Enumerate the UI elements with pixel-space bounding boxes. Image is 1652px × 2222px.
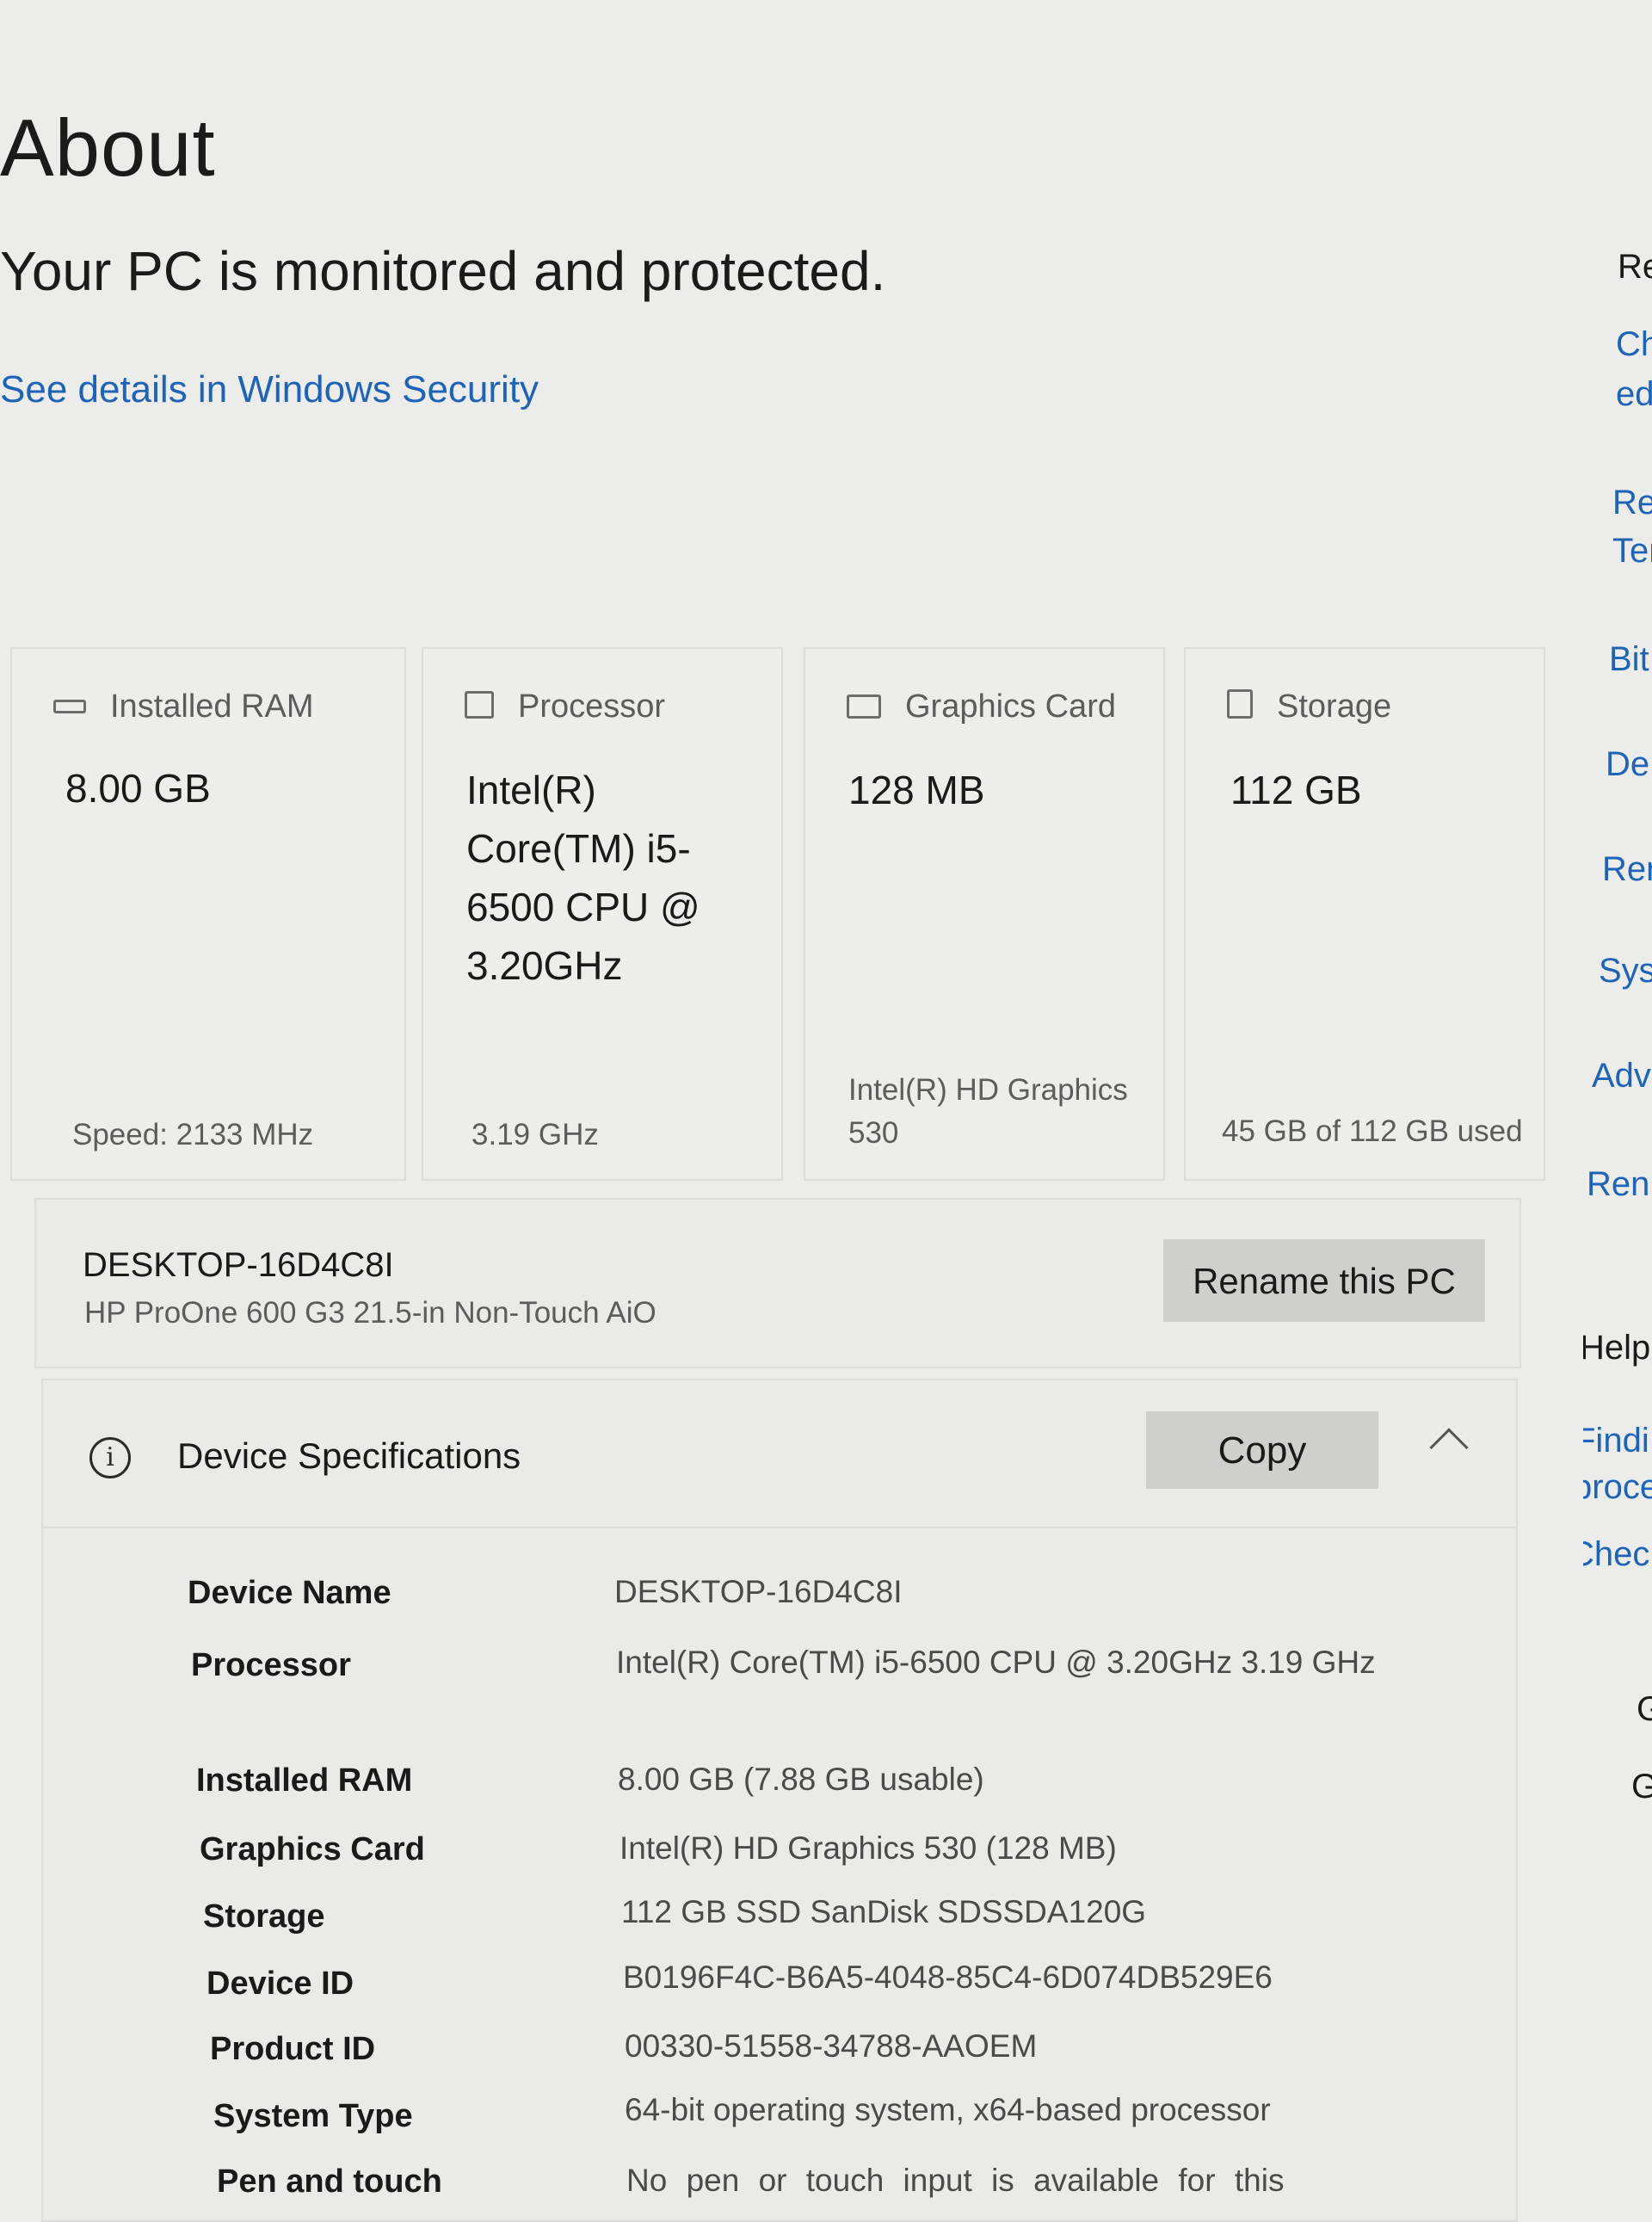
device-name: DESKTOP-16D4C8I	[83, 1246, 394, 1284]
card-storage: Storage 112 GB 45 GB of 112 GB used	[1184, 647, 1545, 1181]
card-detail: 45 GB of 112 GB used	[1222, 1114, 1523, 1148]
protection-status: Your PC is monitored and protected.	[0, 240, 886, 302]
related-settings-column: Re Ch ed Re Ter Bit De Rer Syst Adv Ren …	[1583, 232, 1652, 1867]
card-value: 128 MB	[848, 768, 985, 812]
processor-icon	[465, 691, 494, 719]
related-settings-heading: Re	[1618, 248, 1652, 286]
spec-value: 112 GB SSD SanDisk SDSSDA120G	[621, 1894, 1147, 1929]
specifications-title: Device Specifications	[177, 1435, 521, 1476]
spec-label: Graphics Card	[200, 1831, 425, 1867]
related-link[interactable]: Ch	[1616, 325, 1652, 364]
spec-value: 00330-51558-34788-AAOEM	[625, 2028, 1038, 2064]
spec-value: DESKTOP-16D4C8I	[614, 1574, 903, 1609]
device-name-section: DESKTOP-16D4C8I HP ProOne 600 G3 21.5-in…	[34, 1198, 1521, 1368]
card-value: 112 GB	[1230, 768, 1362, 812]
device-model: HP ProOne 600 G3 21.5-in Non-Touch AiO	[84, 1296, 656, 1330]
help-heading: Help	[1583, 1329, 1651, 1367]
related-link[interactable]: Re	[1612, 484, 1652, 522]
related-link[interactable]: Adv	[1592, 1057, 1651, 1096]
rename-pc-button[interactable]: Rename this PC	[1163, 1239, 1485, 1322]
card-title: Processor	[518, 688, 666, 725]
card-graphics: Graphics Card 128 MB Intel(R) HD Graphic…	[804, 647, 1165, 1181]
card-installed-ram: Installed RAM 8.00 GB Speed: 2133 MHz	[10, 647, 406, 1181]
specifications-header[interactable]: i Device Specifications Copy	[43, 1380, 1516, 1528]
spec-label: Storage	[203, 1898, 325, 1935]
card-detail: Speed: 2133 MHz	[72, 1118, 314, 1151]
page-title: About	[0, 102, 216, 193]
copy-button[interactable]: Copy	[1146, 1411, 1378, 1489]
related-link[interactable]: ed	[1616, 375, 1652, 414]
spec-value: No pen or touch input is available for t…	[626, 2163, 1285, 2198]
card-title: Storage	[1277, 688, 1392, 725]
related-link[interactable]: Rer	[1602, 850, 1652, 889]
card-title: Installed RAM	[110, 688, 314, 725]
ram-icon	[53, 700, 86, 713]
card-value: 8.00 GB	[65, 766, 211, 811]
get-help-icon: ●	[1583, 1687, 1585, 1733]
help-link[interactable]: Findi	[1583, 1422, 1649, 1460]
storage-icon	[1227, 689, 1253, 719]
graphics-card-icon	[847, 694, 881, 719]
spec-value: 64-bit operating system, x64-based proce…	[625, 2092, 1271, 2127]
related-link[interactable]: Ren	[1587, 1165, 1649, 1204]
spec-label: Installed RAM	[196, 1762, 413, 1799]
spec-label: Processor	[191, 1647, 351, 1683]
spec-value: 8.00 GB (7.88 GB usable)	[618, 1762, 984, 1797]
card-processor: Processor Intel(R) Core(TM) i5-6500 CPU …	[422, 647, 783, 1181]
chevron-up-icon[interactable]	[1429, 1428, 1469, 1467]
related-link[interactable]: Ter	[1612, 532, 1652, 571]
spec-label: Device Name	[188, 1575, 391, 1611]
windows-security-link[interactable]: See details in Windows Security	[0, 368, 539, 411]
card-value: Intel(R) Core(TM) i5-6500 CPU @ 3.20GHz	[466, 768, 700, 988]
related-link[interactable]: Bit	[1609, 640, 1649, 679]
card-detail: Intel(R) HD Graphics 530	[848, 1073, 1128, 1150]
spec-value: Intel(R) HD Graphics 530 (128 MB)	[620, 1830, 1117, 1866]
spec-label: Pen and touch	[217, 2163, 442, 2200]
card-detail: 3.19 GHz	[472, 1118, 599, 1151]
device-specifications: i Device Specifications Copy Device Name…	[41, 1379, 1518, 2222]
help-link[interactable]: Check	[1583, 1535, 1652, 1574]
help-link[interactable]: proce	[1583, 1468, 1652, 1507]
give-feedback-link[interactable]: G	[1631, 1768, 1652, 1806]
spec-value: Intel(R) Core(TM) i5-6500 CPU @ 3.20GHz …	[616, 1645, 1376, 1680]
spec-value: B0196F4C-B6A5-4048-85C4-6D074DB529E6	[623, 1960, 1273, 1995]
related-link[interactable]: Syst	[1599, 952, 1652, 991]
card-title: Graphics Card	[905, 688, 1116, 725]
related-link[interactable]: De	[1606, 745, 1649, 784]
spec-label: Product ID	[210, 2031, 376, 2067]
get-help-link[interactable]: G	[1637, 1690, 1652, 1729]
info-icon: i	[89, 1437, 131, 1478]
spec-label: Device ID	[206, 1966, 354, 2002]
spec-label: System Type	[213, 2098, 413, 2134]
